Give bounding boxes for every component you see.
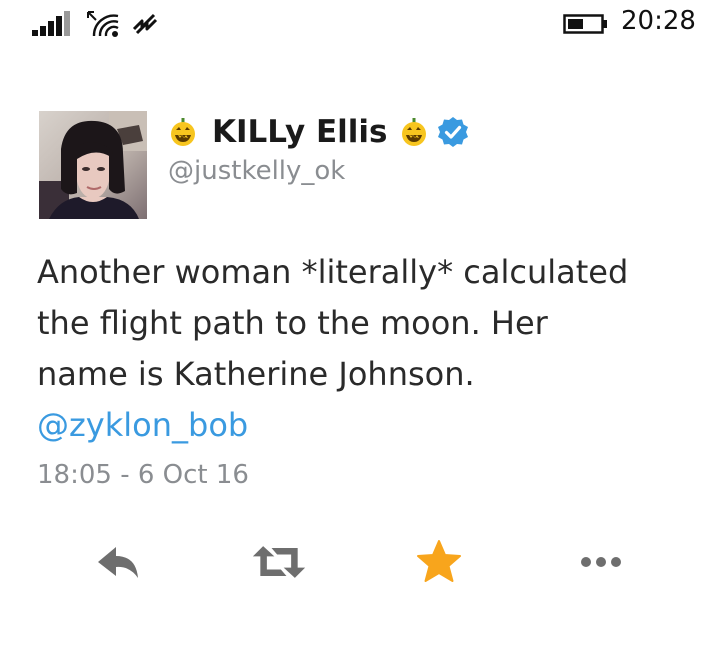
profile-photo [39,111,147,219]
avatar[interactable] [39,111,147,219]
name-row: KILLy Ellis [168,110,469,154]
battery-icon [563,14,607,34]
tweet-text-line: the flight path to the moon. Her [37,304,548,342]
mention-link[interactable]: @zyklon_bob [37,400,697,451]
verified-badge-icon [438,117,469,147]
tweet-timestamp: 18:05 - 6 Oct 16 [37,460,249,490]
tweet-screen: 20:28 KILLy Ellis @justkelly_ok Another … [0,0,720,650]
jack-o-lantern-icon [171,118,195,146]
wifi-icon [87,11,119,37]
reply-icon [98,547,138,578]
tweet-text-line: name is Katherine Johnson. [37,355,475,393]
user-handle[interactable]: @justkelly_ok [168,156,345,186]
clock-time: 20:28 [621,6,696,36]
jack-o-lantern-icon [402,118,427,146]
status-bar: 20:28 [0,0,720,48]
display-name[interactable]: KILLy Ellis [212,114,387,150]
retweet-icon [252,546,306,578]
star-icon [417,540,461,582]
tweet-text: Another woman *literally* calculated the… [37,247,697,451]
more-icon [581,557,621,567]
data-icon [132,13,158,35]
tweet-text-line: Another woman *literally* calculated [37,253,629,291]
favorite-button[interactable] [411,534,467,590]
retweet-button[interactable] [251,534,307,590]
reply-button[interactable] [90,534,146,590]
more-options-button[interactable] [573,534,629,590]
signal-icon [32,11,70,36]
